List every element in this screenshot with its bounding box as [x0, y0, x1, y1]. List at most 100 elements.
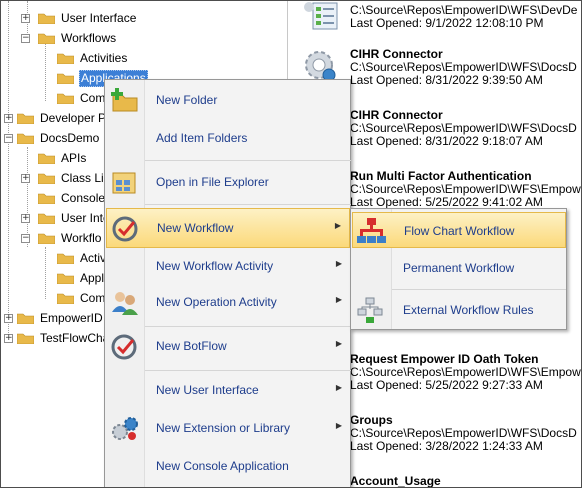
folder-icon — [38, 212, 55, 224]
folder-icon — [57, 52, 74, 64]
tree-item-activ[interactable]: Activ — [57, 248, 107, 268]
app-window: + User Interface − Workflows Activities … — [0, 0, 582, 488]
folder-icon — [17, 112, 34, 124]
recent-item[interactable]: Request Empower ID Oath Token C:\Source\… — [350, 353, 581, 392]
recent-item[interactable]: Account_Usage — [350, 475, 441, 488]
external-rules-icon — [356, 295, 386, 325]
folder-icon — [57, 72, 74, 84]
tree-item-developer-p[interactable]: + Developer P — [4, 108, 107, 128]
menu-item-add-item-folders[interactable]: Add Item Folders — [106, 122, 350, 156]
workflow-check-icon — [111, 214, 141, 244]
folder-icon — [57, 292, 74, 304]
tree-item-console[interactable]: Console — [38, 188, 106, 208]
submenu-arrow-icon: ▶ — [334, 221, 341, 230]
menu-item-label: New Console Application — [156, 459, 289, 473]
tree-item-label: TestFlowCha — [40, 330, 110, 345]
tree-item-appl[interactable]: Appl — [57, 268, 105, 288]
tree-item-apis[interactable]: APIs — [38, 148, 87, 168]
tree-item-label: Activities — [80, 50, 128, 65]
expand-toggle[interactable]: + — [21, 213, 30, 223]
new-folder-icon — [110, 86, 140, 116]
submenu-item-flow-chart-workflow[interactable]: Flow Chart Workflow — [352, 212, 566, 248]
folder-icon — [38, 12, 55, 24]
menu-item-new-console-application[interactable]: New Console Application — [106, 450, 350, 484]
tree-item-com-2[interactable]: Com — [57, 288, 106, 308]
recent-item-date: Last Opened: 8/31/2022 9:18:07 AM — [350, 134, 543, 148]
menu-separator — [145, 370, 351, 371]
expand-toggle[interactable]: + — [4, 113, 13, 123]
submenu-arrow-icon: ▶ — [335, 295, 342, 304]
collapse-toggle[interactable]: − — [21, 233, 30, 243]
checklist-icon — [303, 1, 339, 31]
expand-toggle[interactable]: + — [4, 313, 13, 323]
tree-item-user-inte[interactable]: + User Inte — [21, 208, 111, 228]
expand-toggle[interactable]: + — [21, 13, 30, 23]
menu-item-label: Add Item Folders — [156, 131, 248, 145]
menu-item-label: New User Interface — [156, 383, 259, 397]
menu-item-new-extension-or-library[interactable]: New Extension or Library ▶ — [106, 412, 350, 446]
collapse-toggle[interactable]: − — [21, 33, 30, 43]
folder-icon — [38, 172, 55, 184]
menu-item-label: New Extension or Library — [156, 421, 291, 435]
new-workflow-submenu: Flow Chart Workflow Permanent Workflow E… — [350, 208, 567, 330]
tree-item-activities[interactable]: Activities — [57, 48, 128, 68]
submenu-arrow-icon: ▶ — [335, 259, 342, 268]
tree-item-workflo[interactable]: − Workflo — [21, 228, 102, 248]
folder-icon — [17, 332, 34, 344]
tree-item-workflows[interactable]: − Workflows — [21, 28, 117, 48]
users-icon — [110, 288, 140, 318]
menu-item-new-operation-activity[interactable]: New Operation Activity ▶ — [106, 286, 350, 320]
folder-icon — [38, 192, 55, 204]
submenu-arrow-icon: ▶ — [335, 383, 342, 392]
tree-item-docsdemo[interactable]: − DocsDemo — [4, 128, 100, 148]
recent-item[interactable]: CIHR Connector C:\Source\Repos\EmpowerID… — [350, 48, 577, 87]
menu-item-new-workflow-activity[interactable]: New Workflow Activity ▶ — [106, 250, 350, 284]
tree-item-com[interactable]: Com — [57, 88, 106, 108]
recent-item-date: Last Opened: 9/1/2022 12:08:10 PM — [350, 16, 544, 30]
tree-item-class-lib[interactable]: + Class Lib — [21, 168, 111, 188]
menu-item-label: New BotFlow — [156, 339, 227, 353]
submenu-item-label: Permanent Workflow — [403, 261, 515, 275]
submenu-item-permanent-workflow[interactable]: Permanent Workflow — [352, 250, 566, 286]
folder-icon — [38, 152, 55, 164]
menu-item-new-botflow[interactable]: New BotFlow ▶ — [106, 330, 350, 364]
menu-item-label: Open in File Explorer — [156, 175, 269, 189]
tree-item-user-interface[interactable]: + User Interface — [21, 8, 137, 28]
menu-item-label: New Folder — [156, 93, 218, 107]
folder-icon — [17, 312, 34, 324]
menu-separator — [145, 160, 351, 161]
folder-open-icon — [38, 232, 55, 244]
recent-item-date: Last Opened: 5/25/2022 9:27:33 AM — [350, 378, 543, 392]
menu-item-new-user-interface[interactable]: New User Interface ▶ — [106, 374, 350, 408]
recent-item-title: Account_Usage — [350, 474, 441, 488]
tree-item-label: Com — [80, 290, 106, 305]
recent-item[interactable]: Run Multi Factor Authentication C:\Sourc… — [350, 170, 581, 209]
recent-item-date: Last Opened: 3/28/2022 1:24:33 AM — [350, 439, 543, 453]
menu-item-new-workflow[interactable]: New Workflow ▶ — [106, 208, 350, 248]
folder-icon — [57, 252, 74, 264]
botflow-icon — [110, 332, 140, 362]
submenu-arrow-icon: ▶ — [335, 421, 342, 430]
tree-item-label: Com — [80, 90, 106, 105]
menu-item-open-in-file-explorer[interactable]: Open in File Explorer — [106, 166, 350, 200]
submenu-item-external-workflow-rules[interactable]: External Workflow Rules — [352, 292, 566, 328]
menu-separator — [145, 204, 351, 205]
tree-item-label: User Interface — [61, 10, 137, 25]
tree-item-label: DocsDemo — [40, 130, 100, 145]
folder-icon — [57, 272, 74, 284]
folder-open-icon — [38, 32, 55, 44]
tree-item-testflowcha[interactable]: + TestFlowCha — [4, 328, 110, 348]
tree-item-label: APIs — [61, 150, 87, 165]
menu-separator — [145, 326, 351, 327]
recent-item[interactable]: Groups C:\Source\Repos\EmpowerID\WFS\Doc… — [350, 414, 577, 453]
recent-item[interactable]: CIHR Connector C:\Source\Repos\EmpowerID… — [350, 109, 577, 148]
expand-toggle[interactable]: + — [21, 173, 30, 183]
flowchart-icon — [357, 216, 387, 246]
menu-item-new-folder[interactable]: New Folder — [106, 84, 350, 118]
recent-item[interactable]: C:\Source\Repos\EmpowerID\WFS\DevDe Last… — [350, 4, 577, 30]
tree-item-empowerid[interactable]: + EmpowerID — [4, 308, 104, 328]
menu-separator — [392, 289, 566, 290]
expand-toggle[interactable]: + — [4, 333, 13, 343]
collapse-toggle[interactable]: − — [4, 133, 13, 143]
menu-item-label: New Workflow Activity — [156, 259, 274, 273]
